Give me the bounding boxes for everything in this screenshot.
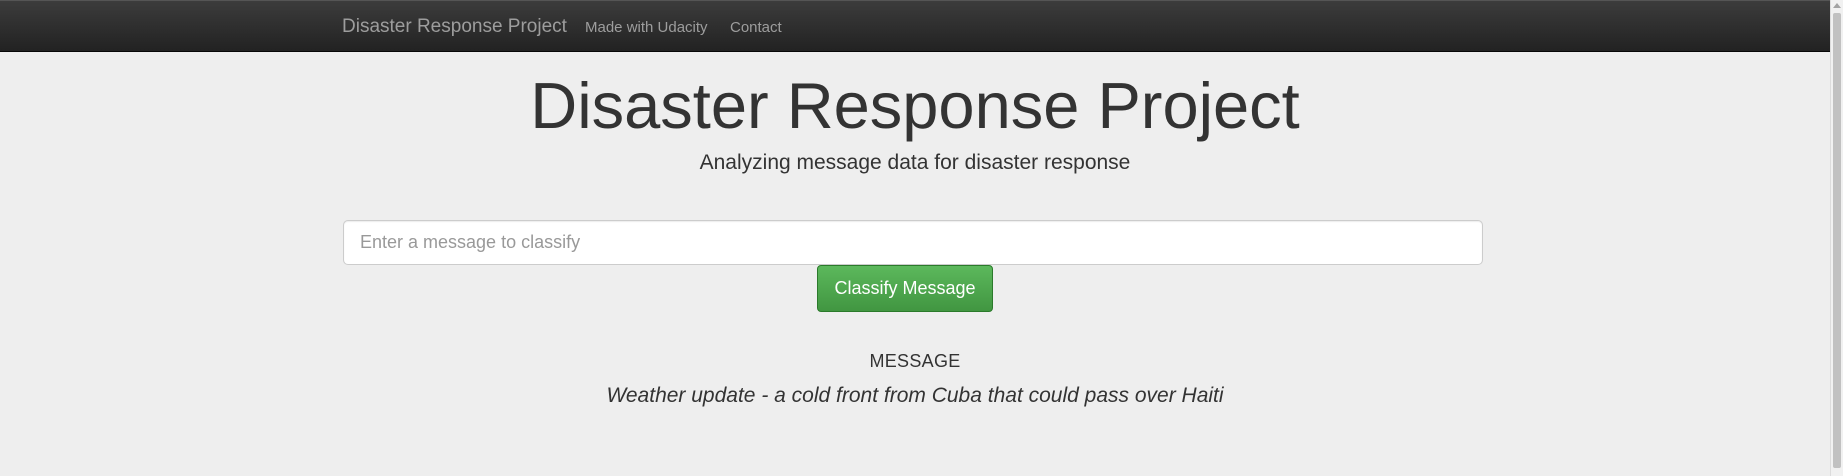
page-subtitle: Analyzing message data for disaster resp… — [699, 151, 1131, 174]
navbar-brand-link[interactable]: Disaster Response Project — [342, 16, 567, 38]
scroll-up-arrow-icon[interactable] — [1833, 3, 1841, 8]
nav-link-contact[interactable]: Contact — [730, 19, 782, 36]
message-input[interactable] — [343, 220, 1483, 265]
classify-message-button[interactable]: Classify Message — [817, 265, 993, 312]
page-title: Disaster Response Project — [530, 69, 1300, 142]
page-viewport: Disaster Response Project Made with Udac… — [0, 0, 1830, 476]
top-navbar: Disaster Response Project Made with Udac… — [0, 0, 1830, 52]
vertical-scrollbar[interactable] — [1830, 0, 1843, 476]
message-heading: MESSAGE — [869, 351, 961, 371]
classified-message-text: Weather update - a cold front from Cuba … — [606, 384, 1224, 407]
nav-link-made-with-udacity[interactable]: Made with Udacity — [585, 19, 708, 36]
scrollbar-thumb[interactable] — [1833, 13, 1841, 468]
